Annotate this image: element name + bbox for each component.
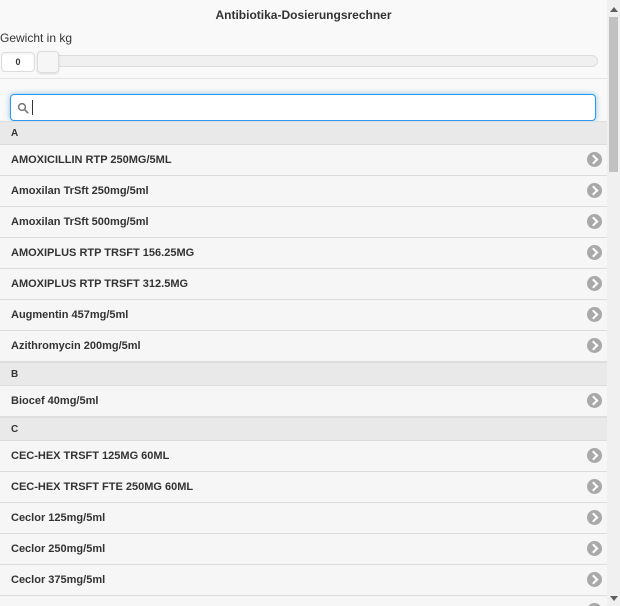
list-item[interactable]: CEC-HEX TRSFT 125MG 60ML [0,441,607,472]
weight-slider-handle[interactable] [37,51,59,73]
list-item[interactable]: Ceclor 375mg/5ml [0,565,607,596]
arrow-right-circle-icon[interactable] [587,448,602,463]
list-divider: C [0,417,607,441]
list-item-label: AMOXIPLUS RTP TRSFT 156.25MG [11,247,195,259]
arrow-right-circle-icon[interactable] [587,152,602,167]
scrollbar-thumb[interactable] [609,17,618,172]
list-item[interactable]: Amoxilan TrSft 500mg/5ml [0,207,607,238]
list-item[interactable]: AMOXIPLUS RTP TRSFT 312.5MG [0,269,607,300]
list-item[interactable]: Azithromycin 200mg/5ml [0,331,607,362]
arrow-right-circle-icon[interactable] [587,393,602,408]
app-page: Antibiotika-Dosierungsrechner Gewicht in… [0,0,607,606]
list-item-label: Amoxilan TrSft 500mg/5ml [11,216,149,228]
weight-slider-track[interactable] [40,55,598,67]
arrow-right-circle-icon[interactable] [587,183,602,198]
search-box[interactable] [10,94,596,121]
list-item-label: AMOXIPLUS RTP TRSFT 312.5MG [11,278,189,290]
list-item-label: CEC-HEX TRSFT FTE 250MG 60ML [11,481,194,493]
list-item-label: Augmentin 457mg/5ml [11,309,129,321]
arrow-right-circle-icon[interactable] [587,245,602,260]
list-item[interactable]: Ceclor 250mg/5ml [0,534,607,565]
list-item-label: Ceclor 125mg/5ml [11,512,106,524]
list-item[interactable]: Ceclor 125mg/5ml [0,503,607,534]
list-item-label: Azithromycin 200mg/5ml [11,340,141,352]
arrow-right-circle-icon[interactable] [587,541,602,556]
search-input[interactable] [31,98,581,117]
arrow-right-circle-icon[interactable] [587,338,602,353]
list-item[interactable]: Amoxilan TrSft 250mg/5ml [0,176,607,207]
list-item-label: Biocef 40mg/5ml [11,395,99,407]
list-item[interactable]: Augmentin 457mg/5ml [0,300,607,331]
weight-label: Gewicht in kg [0,31,73,45]
list-item[interactable]: AMOXICILLIN RTP 250MG/5ML [0,145,607,176]
arrow-right-circle-icon[interactable] [587,214,602,229]
page-title: Antibiotika-Dosierungsrechner [0,0,607,31]
list-item[interactable]: CEC-HEX TRSFT FTE 250MG 60ML [0,472,607,503]
list-item-label: Ceclor 250mg/5ml [11,543,106,555]
list-item[interactable]: Biocef 40mg/5ml [0,386,607,417]
filter-bar [0,79,607,121]
search-icon [17,102,29,114]
list-item[interactable]: AMOXIPLUS RTP TRSFT 156.25MG [0,238,607,269]
list-divider: B [0,362,607,386]
list-item-label: Amoxilan TrSft 250mg/5ml [11,185,149,197]
arrow-right-circle-icon[interactable] [587,572,602,587]
list-item-label: CEC-HEX TRSFT 125MG 60ML [11,450,170,462]
list-item[interactable]: Cefaclad 250mg/5ml [0,596,607,606]
weight-value-input[interactable]: 0 [1,52,35,72]
arrow-right-circle-icon[interactable] [587,479,602,494]
antibiotic-list: A AMOXICILLIN RTP 250MG/5ML Amoxilan TrSft… [0,121,607,606]
scrollbar[interactable] [607,0,620,606]
text-cursor [32,100,33,115]
scroll-down-arrow-icon[interactable] [610,596,618,601]
scroll-up-arrow-icon[interactable] [610,7,618,12]
arrow-right-circle-icon[interactable] [587,307,602,322]
list-divider: A [0,121,607,145]
arrow-right-circle-icon[interactable] [587,510,602,525]
list-item-label: Ceclor 375mg/5ml [11,574,106,586]
arrow-right-circle-icon[interactable] [587,276,602,291]
list-item-label: AMOXICILLIN RTP 250MG/5ML [11,154,172,166]
